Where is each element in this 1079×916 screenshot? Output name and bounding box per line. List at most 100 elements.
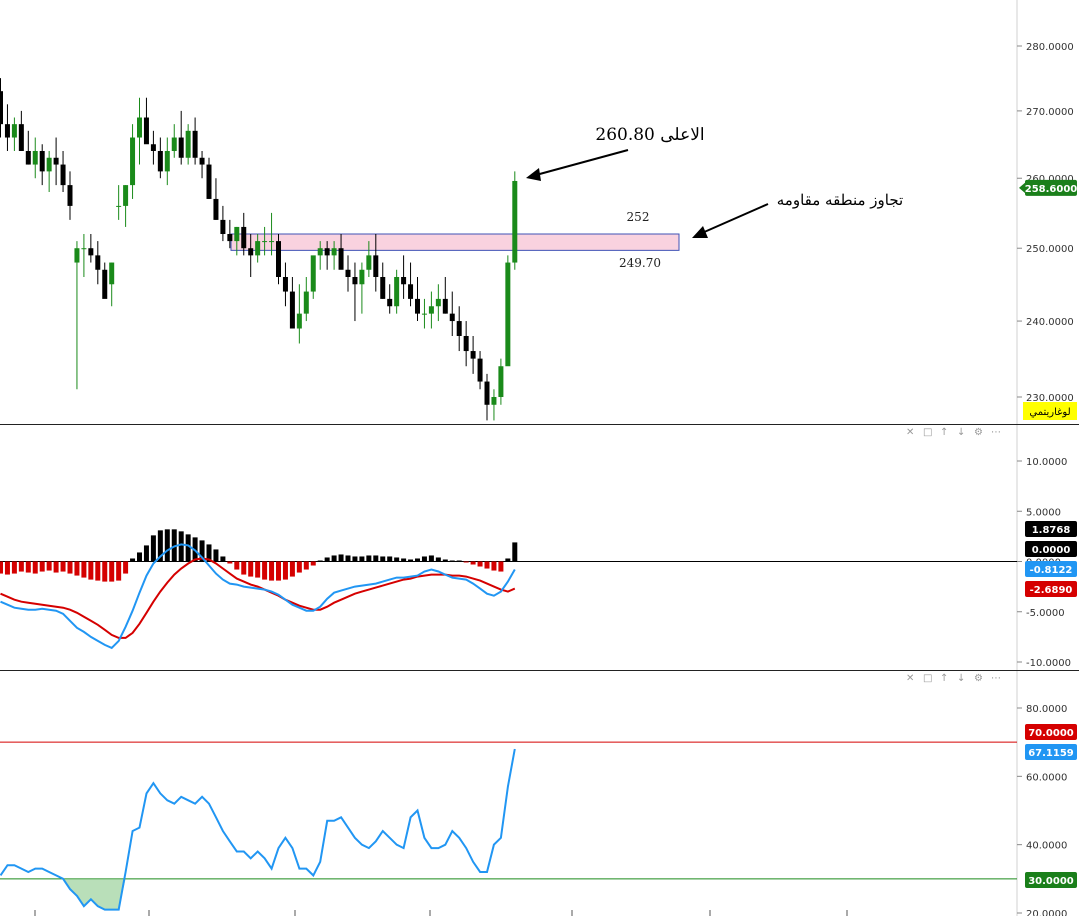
- candle-body: [4, 124, 10, 138]
- candle-body: [130, 137, 136, 186]
- macd-histogram-bar: [338, 554, 344, 562]
- macd-histogram-bar: [241, 561, 247, 575]
- candle-body: [255, 241, 261, 256]
- arrow-up-icon[interactable]: ↑: [940, 427, 948, 438]
- macd-histogram-bar: [4, 561, 10, 575]
- macd-tick-label: 10.0000: [1026, 457, 1067, 468]
- candle-body: [401, 276, 407, 285]
- high-annotation: 260.80 الاعلى: [595, 125, 704, 145]
- macd-histogram-bar: [74, 561, 80, 576]
- macd-histogram-bar: [164, 529, 170, 562]
- macd-histogram-bar: [470, 561, 476, 565]
- macd-histogram-bar: [380, 556, 386, 562]
- price-pane[interactable]: 280.0000270.0000260.0000250.0000240.0000…: [0, 42, 1077, 421]
- candle-body: [373, 255, 379, 277]
- candle-body: [18, 124, 24, 151]
- rsi-badge-label: 70.0000: [1028, 728, 1074, 739]
- zone-arrow: [701, 203, 769, 234]
- close-icon[interactable]: ✕: [906, 427, 914, 438]
- rsi-tick-label: 40.0000: [1026, 841, 1067, 852]
- more-icon[interactable]: ⋯: [991, 673, 1001, 684]
- candle-body: [345, 269, 351, 277]
- macd-histogram-bar: [449, 560, 455, 562]
- candle-body: [81, 248, 87, 250]
- rsi-pane-toolbar[interactable]: ✕ □ ↑ ↓ ⚙ ⋯: [906, 673, 1001, 684]
- candle-body: [449, 313, 455, 322]
- settings-icon[interactable]: ⚙: [974, 427, 983, 438]
- candle-body: [303, 291, 309, 314]
- candle-body: [359, 269, 365, 285]
- macd-histogram-bar: [60, 561, 66, 572]
- maximize-icon[interactable]: □: [923, 673, 932, 684]
- rsi-tick-label: 20.0000: [1026, 909, 1067, 916]
- candle-body: [46, 157, 52, 172]
- resistance-zone[interactable]: [230, 233, 680, 251]
- macd-histogram-bar: [442, 559, 448, 562]
- close-icon[interactable]: ✕: [906, 673, 914, 684]
- candle-body: [53, 157, 59, 165]
- settings-icon[interactable]: ⚙: [974, 673, 983, 684]
- price-tick-label: 270.0000: [1026, 107, 1074, 118]
- rsi-tick-label: 60.0000: [1026, 772, 1067, 783]
- macd-histogram-bar: [143, 545, 149, 562]
- macd-histogram-bar: [269, 561, 275, 581]
- macd-histogram-bar: [262, 561, 268, 580]
- macd-histogram-bar: [387, 556, 393, 562]
- candle-body: [463, 335, 469, 352]
- time-axis-ticks: [34, 910, 848, 916]
- log-scale-toggle[interactable]: لوغاريتمي: [1023, 402, 1077, 420]
- rsi-pane[interactable]: ✕ □ ↑ ↓ ⚙ ⋯ 80.0000 60.0000 40.0000 20.0000 70.0…: [0, 673, 1077, 916]
- macd-histogram-bar: [67, 561, 73, 574]
- macd-histogram-bar: [289, 561, 295, 577]
- candle-body: [74, 248, 80, 263]
- candle-body: [137, 117, 142, 138]
- candle-body: [171, 137, 177, 151]
- candle-body: [123, 185, 129, 206]
- macd-histogram-bar: [408, 559, 414, 562]
- zone-annotation: تجاوز منطقه مقاومه: [777, 191, 903, 209]
- macd-histogram-bar: [484, 561, 490, 569]
- candle-body: [206, 164, 212, 199]
- candle-body: [470, 351, 476, 359]
- macd-histogram-bar: [234, 561, 240, 570]
- candle-body: [157, 150, 163, 172]
- macd-histogram-bar: [25, 561, 31, 573]
- macd-pane-toolbar[interactable]: ✕ □ ↑ ↓ ⚙ ⋯: [906, 427, 1001, 438]
- macd-histogram-bar: [130, 558, 136, 562]
- candle-body: [484, 381, 490, 405]
- candle-body: [164, 150, 170, 172]
- rsi-badge-label: 30.0000: [1028, 876, 1074, 887]
- price-badge: 258.6000: [1019, 179, 1077, 196]
- macd-histogram-bar: [0, 561, 3, 574]
- candle-body: [456, 321, 462, 336]
- candle-body: [366, 255, 372, 270]
- more-icon[interactable]: ⋯: [991, 427, 1001, 438]
- macd-tick-label: 5.0000: [1026, 507, 1061, 518]
- candle-body: [310, 255, 316, 292]
- chart-canvas: 280.0000270.0000260.0000250.0000240.0000…: [0, 0, 1079, 916]
- candle-body: [296, 313, 302, 329]
- maximize-icon[interactable]: □: [923, 427, 932, 438]
- log-scale-label: لوغاريتمي: [1029, 407, 1070, 418]
- arrow-up-icon[interactable]: ↑: [940, 673, 948, 684]
- macd-histogram-bar: [505, 558, 511, 562]
- macd-histogram-bar: [498, 561, 504, 572]
- macd-badge-label: 1.8768: [1032, 525, 1071, 536]
- candle-body: [0, 91, 3, 125]
- macd-histogram-bar: [421, 556, 427, 562]
- rsi-tick-label: 80.0000: [1026, 704, 1067, 715]
- macd-histogram-bar: [32, 561, 38, 574]
- arrow-down-icon[interactable]: ↓: [957, 673, 965, 684]
- macd-histogram-bar: [213, 549, 219, 562]
- macd-histogram-bar: [345, 555, 351, 562]
- macd-histogram-bar: [415, 558, 420, 562]
- candle-body: [60, 164, 66, 186]
- macd-histogram-bar: [255, 561, 261, 578]
- macd-pane[interactable]: ✕ □ ↑ ↓ ⚙ ⋯ 10.0000 5.0000 0.0000 -5.0000 -10.000…: [0, 427, 1077, 669]
- arrow-down-icon[interactable]: ↓: [957, 427, 965, 438]
- candle-body: [143, 117, 149, 145]
- price-tick-label: 250.0000: [1026, 244, 1074, 255]
- macd-histogram-bar: [317, 560, 323, 562]
- candle-body: [95, 255, 101, 270]
- macd-badge-label: -2.6890: [1030, 585, 1073, 596]
